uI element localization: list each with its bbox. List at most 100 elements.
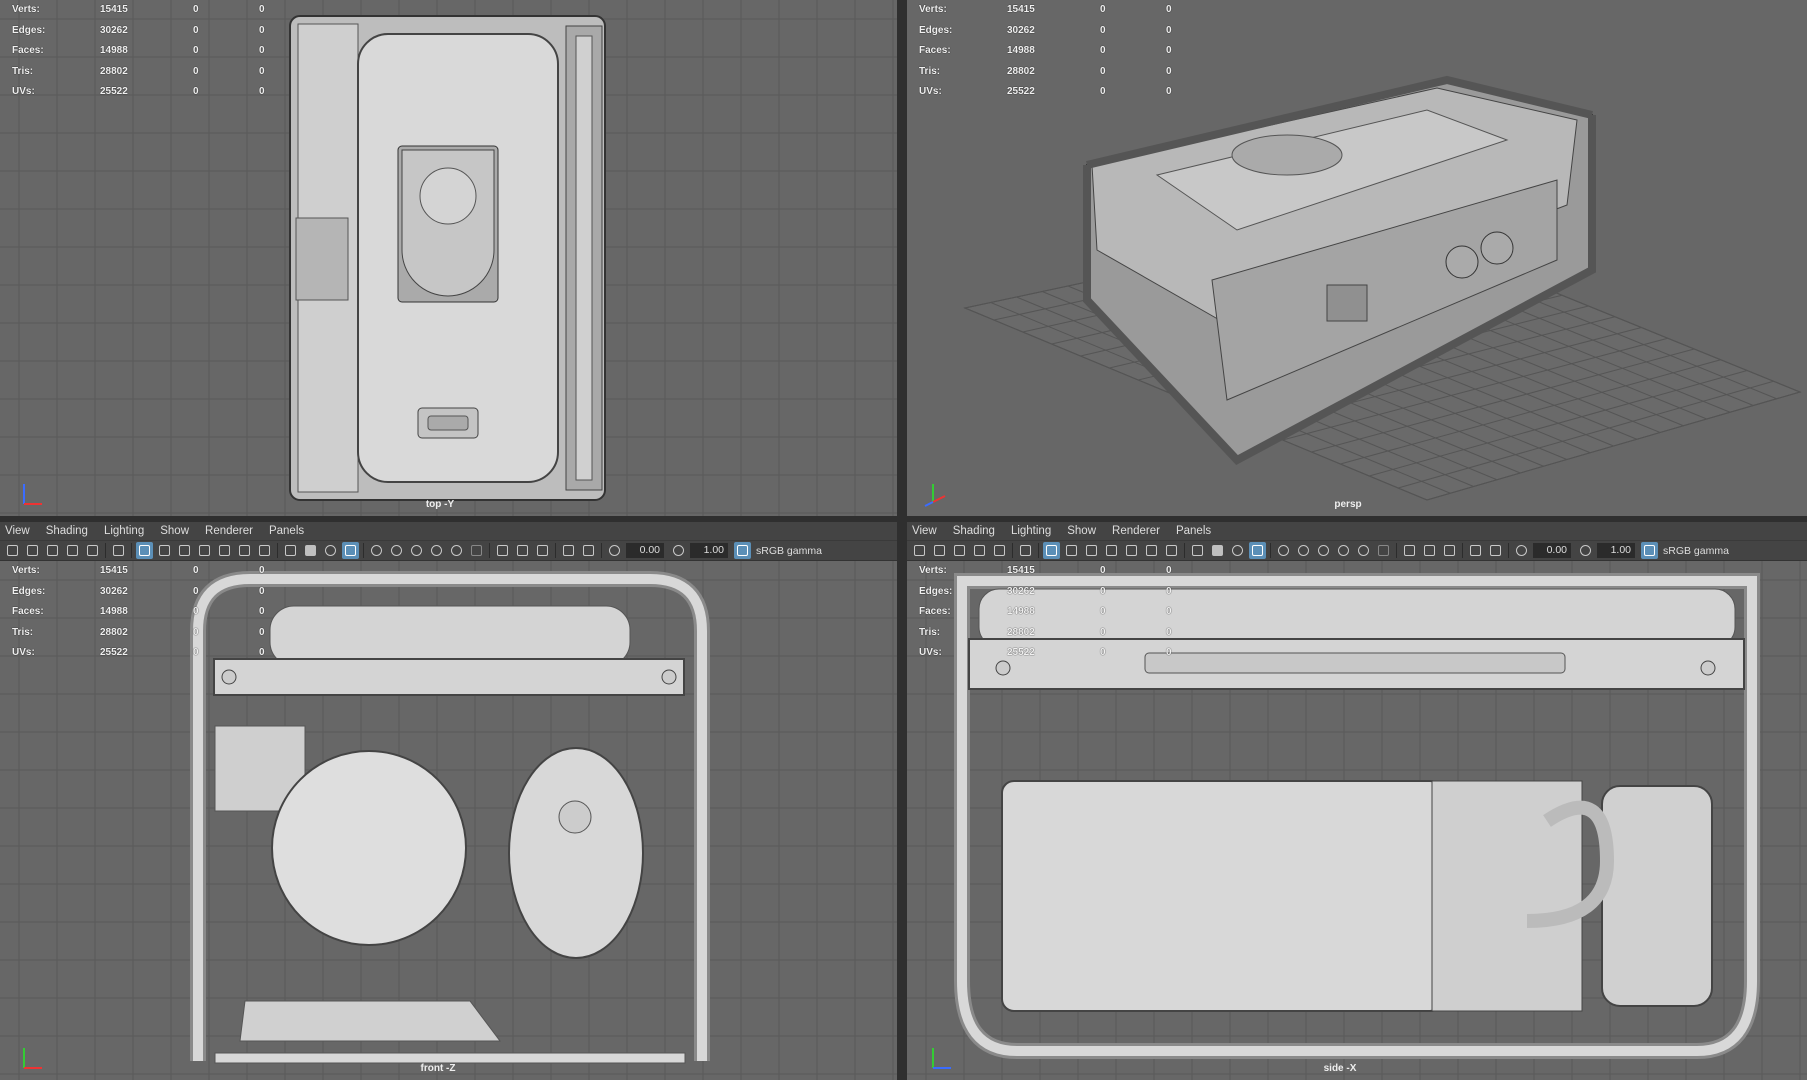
textured-icon[interactable] <box>1249 542 1266 559</box>
viewport-front[interactable]: View Shading Lighting Show Renderer Panels 0.… <box>0 522 897 1080</box>
gamma-icon[interactable] <box>670 542 687 559</box>
toolbar-separator <box>1012 543 1013 558</box>
exposure-icon[interactable] <box>1513 542 1530 559</box>
isolate-select-icon[interactable] <box>494 542 511 559</box>
hud-label: Verts: <box>12 4 40 15</box>
default-material-icon[interactable] <box>322 542 339 559</box>
screen-space-ao-icon[interactable] <box>408 542 425 559</box>
safe-title-icon[interactable] <box>256 542 273 559</box>
image-plane-icon[interactable] <box>991 542 1008 559</box>
screen-space-ao-icon[interactable] <box>1315 542 1332 559</box>
motion-blur-icon[interactable] <box>1335 542 1352 559</box>
hud-row: UVs: 25522 0 0 <box>919 82 1172 103</box>
shadows-icon[interactable] <box>388 542 405 559</box>
exposure-field[interactable]: 0.00 <box>626 543 664 558</box>
default-material-icon[interactable] <box>1229 542 1246 559</box>
panel-menubar: View Shading Lighting Show Renderer Panels <box>0 522 897 540</box>
safe-action-icon[interactable] <box>1143 542 1160 559</box>
viewport-side[interactable]: View Shading Lighting Show Renderer Panels 0.… <box>907 522 1807 1080</box>
hud-label: Tris: <box>12 65 34 77</box>
menu-panels[interactable]: Panels <box>269 525 304 537</box>
grid-icon[interactable] <box>136 542 153 559</box>
menu-view[interactable]: View <box>912 525 937 537</box>
hud-selected-count: 0 <box>259 65 265 77</box>
select-camera-icon[interactable] <box>911 542 928 559</box>
grease-pencil-icon[interactable] <box>110 542 127 559</box>
color-management-icon[interactable] <box>1641 542 1658 559</box>
xray-active-icon[interactable] <box>1441 542 1458 559</box>
use-lights-icon[interactable] <box>1275 542 1292 559</box>
grid-icon[interactable] <box>1043 542 1060 559</box>
poly-count-hud: Verts: 15415 0 0 Edges: 30262 0 0 Faces: 14988 0 0 T… <box>12 561 265 664</box>
anti-aliasing-icon[interactable] <box>448 542 465 559</box>
film-gate-icon[interactable] <box>1063 542 1080 559</box>
depth-of-field-icon[interactable] <box>1375 542 1392 559</box>
gamma-icon[interactable] <box>1577 542 1594 559</box>
hud-label: Tris: <box>919 626 941 638</box>
gamma-field[interactable]: 1.00 <box>690 543 728 558</box>
exposure-field[interactable]: 0.00 <box>1533 543 1571 558</box>
smooth-shade-icon[interactable] <box>1209 542 1226 559</box>
menu-show[interactable]: Show <box>160 525 189 537</box>
menu-renderer[interactable]: Renderer <box>205 525 253 537</box>
textured-icon[interactable] <box>342 542 359 559</box>
menu-renderer[interactable]: Renderer <box>1112 525 1160 537</box>
exposure-icon[interactable] <box>606 542 623 559</box>
xray-active-icon[interactable] <box>534 542 551 559</box>
lock-camera-icon[interactable] <box>24 542 41 559</box>
hud-value: 25522 <box>1007 647 1035 659</box>
hud-row: Verts: 15415 0 0 <box>12 561 265 582</box>
xray-icon[interactable] <box>514 542 531 559</box>
resolution-gate-icon[interactable] <box>1083 542 1100 559</box>
camera-attributes-icon[interactable] <box>44 542 61 559</box>
resolution-gate-icon[interactable] <box>176 542 193 559</box>
wireframe-icon[interactable] <box>282 542 299 559</box>
menu-view[interactable]: View <box>5 525 30 537</box>
menu-panels[interactable]: Panels <box>1176 525 1211 537</box>
safe-title-icon[interactable] <box>1163 542 1180 559</box>
xray-joints-icon[interactable] <box>560 542 577 559</box>
use-lights-icon[interactable] <box>368 542 385 559</box>
bookmark-icon[interactable] <box>64 542 81 559</box>
view-transform-label[interactable]: sRGB gamma <box>1663 545 1729 557</box>
xray-icon[interactable] <box>1421 542 1438 559</box>
view-transform-label[interactable]: sRGB gamma <box>756 545 822 557</box>
menu-shading[interactable]: Shading <box>46 525 88 537</box>
gate-mask-icon[interactable] <box>196 542 213 559</box>
backface-culling-icon[interactable] <box>580 542 597 559</box>
menu-lighting[interactable]: Lighting <box>1011 525 1051 537</box>
grease-pencil-icon[interactable] <box>1017 542 1034 559</box>
camera-attributes-icon[interactable] <box>951 542 968 559</box>
toolbar-separator <box>1038 543 1039 558</box>
smooth-shade-icon[interactable] <box>302 542 319 559</box>
lock-camera-icon[interactable] <box>931 542 948 559</box>
safe-action-icon[interactable] <box>236 542 253 559</box>
viewport-top[interactable]: Verts: 15415 0 0 Edges: 30262 0 0 Faces: 14988 0 0 T… <box>0 0 897 516</box>
hud-selected-count: 0 <box>193 585 199 597</box>
depth-of-field-icon[interactable] <box>468 542 485 559</box>
field-chart-icon[interactable] <box>1123 542 1140 559</box>
anti-aliasing-icon[interactable] <box>1355 542 1372 559</box>
gamma-field[interactable]: 1.00 <box>1597 543 1635 558</box>
image-plane-icon[interactable] <box>84 542 101 559</box>
color-management-icon[interactable] <box>734 542 751 559</box>
shadows-icon[interactable] <box>1295 542 1312 559</box>
viewport-perspective[interactable]: Verts: 15415 0 0 Edges: 30262 0 0 Faces: 14988 0 0 T… <box>907 0 1807 516</box>
menu-show[interactable]: Show <box>1067 525 1096 537</box>
backface-culling-icon[interactable] <box>1487 542 1504 559</box>
gate-mask-icon[interactable] <box>1103 542 1120 559</box>
hud-selected-count: 0 <box>1166 86 1172 98</box>
isolate-select-icon[interactable] <box>1401 542 1418 559</box>
hud-selected-count: 0 <box>1100 565 1106 576</box>
film-gate-icon[interactable] <box>156 542 173 559</box>
menu-lighting[interactable]: Lighting <box>104 525 144 537</box>
menu-shading[interactable]: Shading <box>953 525 995 537</box>
wireframe-icon[interactable] <box>1189 542 1206 559</box>
select-camera-icon[interactable] <box>4 542 21 559</box>
toolbar-separator <box>363 543 364 558</box>
bookmark-icon[interactable] <box>971 542 988 559</box>
hud-selected-count: 0 <box>1166 24 1172 36</box>
motion-blur-icon[interactable] <box>428 542 445 559</box>
field-chart-icon[interactable] <box>216 542 233 559</box>
xray-joints-icon[interactable] <box>1467 542 1484 559</box>
